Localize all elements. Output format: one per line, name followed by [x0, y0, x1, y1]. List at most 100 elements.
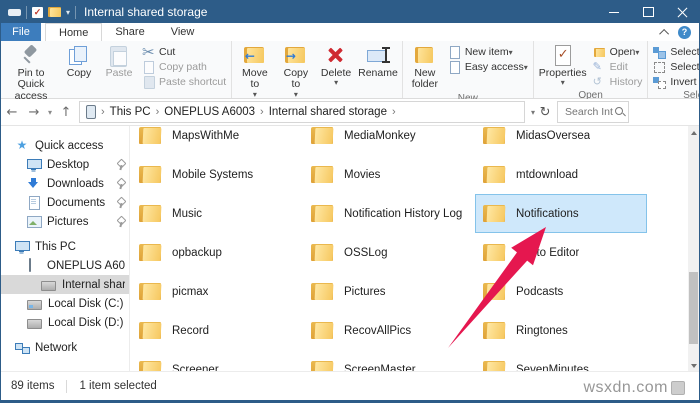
edit-button[interactable]: ✎ Edit: [593, 60, 643, 74]
folder-icon: [311, 205, 333, 222]
file-item[interactable]: Record: [131, 311, 303, 350]
sidebar-item-device[interactable]: ONEPLUS A6003: [1, 256, 129, 275]
search-input[interactable]: [563, 105, 616, 119]
file-item[interactable]: MapsWithMe: [131, 126, 303, 155]
easy-access-button[interactable]: Easy access: [448, 60, 528, 74]
properties-button[interactable]: Properties: [536, 42, 590, 90]
history-button[interactable]: ↺ History: [593, 75, 643, 89]
sidebar-item-quick-access[interactable]: Quick access: [1, 136, 129, 155]
back-button[interactable]: ←: [1, 105, 23, 120]
folder-icon: [139, 205, 161, 222]
tab-file[interactable]: File: [1, 23, 41, 41]
chevron-right-icon: [155, 106, 161, 118]
sidebar-label: This PC: [35, 240, 76, 253]
watermark: wsxdn.com: [583, 379, 685, 397]
sidebar-item-documents[interactable]: Documents: [1, 193, 129, 212]
file-item[interactable]: SevenMinutes: [475, 350, 647, 372]
open-button[interactable]: Open: [593, 45, 643, 59]
pictures-icon: [27, 215, 42, 228]
file-item[interactable]: Music: [131, 194, 303, 233]
rename-button[interactable]: Rename: [356, 42, 400, 81]
copy-icon: [66, 44, 92, 66]
file-item[interactable]: Notification History Log: [303, 194, 475, 233]
easy-access-icon: [448, 61, 461, 74]
file-item-selected[interactable]: Notifications: [475, 194, 647, 233]
tab-share[interactable]: Share: [102, 23, 157, 41]
breadcrumb-storage[interactable]: Internal shared storage: [269, 106, 387, 118]
file-item[interactable]: Screener: [131, 350, 303, 372]
copy-button[interactable]: Copy: [59, 42, 99, 81]
file-item[interactable]: Pictures: [303, 272, 475, 311]
move-to-button[interactable]: ← Move to: [234, 42, 276, 101]
file-label: Ringtones: [516, 324, 568, 337]
computer-icon: [15, 240, 30, 253]
file-label: Podcasts: [516, 285, 564, 298]
properties-check-icon[interactable]: [32, 6, 43, 18]
copy-to-button[interactable]: → Copy to: [276, 42, 316, 101]
select-none-button[interactable]: Select none: [653, 60, 699, 74]
file-item[interactable]: OSSLog: [303, 233, 475, 272]
minimize-ribbon-icon[interactable]: [659, 28, 670, 39]
file-item[interactable]: Photo Editor: [475, 233, 647, 272]
scrollbar-thumb[interactable]: [689, 272, 698, 344]
file-item[interactable]: Mobile Systems: [131, 155, 303, 194]
tab-home[interactable]: Home: [45, 23, 103, 41]
sidebar-item-desktop[interactable]: Desktop: [1, 155, 129, 174]
cut-button[interactable]: ✂ Cut: [142, 45, 226, 60]
up-button[interactable]: ↑: [55, 105, 77, 120]
invert-selection-button[interactable]: Invert selection: [653, 75, 699, 89]
file-label: Photo Editor: [516, 246, 580, 259]
sidebar-item-downloads[interactable]: Downloads: [1, 174, 129, 193]
qat-dropdown-icon[interactable]: ▾: [66, 8, 70, 17]
help-icon[interactable]: [678, 25, 691, 39]
folder-icon: [139, 244, 161, 261]
vertical-scrollbar[interactable]: [688, 126, 699, 372]
breadcrumb-this-pc[interactable]: This PC: [110, 106, 151, 118]
sidebar-item-network[interactable]: Network: [1, 338, 129, 357]
sidebar-item-local-disk-d[interactable]: Local Disk (D:): [1, 313, 129, 332]
file-item[interactable]: MidasOversea: [475, 126, 647, 155]
title-bar: ▾ Internal shared storage: [1, 1, 699, 23]
scroll-up-button[interactable]: [688, 126, 699, 139]
breadcrumb-device[interactable]: ONEPLUS A6003: [164, 106, 255, 118]
ribbon-group-organize: ← Move to → Copy to Delete Rename Organi…: [232, 41, 403, 112]
select-none-icon: [653, 61, 666, 73]
copy-path-button[interactable]: Copy path: [142, 60, 226, 74]
sidebar-item-pictures[interactable]: Pictures: [1, 212, 129, 231]
file-label: picmax: [172, 285, 209, 298]
tab-view[interactable]: View: [158, 23, 208, 41]
chevron-right-icon: [259, 106, 265, 118]
file-item[interactable]: Ringtones: [475, 311, 647, 350]
file-item[interactable]: mtdownload: [475, 155, 647, 194]
sidebar-item-internal-storage[interactable]: Internal shared storage: [1, 275, 129, 294]
pin-to-quick-access-button[interactable]: Pin to Quick access: [3, 42, 59, 104]
button-label: Copy to: [283, 67, 309, 91]
paste-shortcut-button[interactable]: Paste shortcut: [142, 75, 226, 89]
button-label: New folder: [411, 67, 438, 91]
file-item[interactable]: RecovAllPics: [303, 311, 475, 350]
sidebar-item-this-pc[interactable]: This PC: [1, 237, 129, 256]
new-item-button[interactable]: New item: [448, 45, 528, 59]
sidebar-item-local-disk-c[interactable]: Local Disk (C:): [1, 294, 129, 313]
new-folder-button[interactable]: New folder: [405, 42, 445, 93]
search-box[interactable]: [557, 101, 630, 123]
file-item[interactable]: Movies: [303, 155, 475, 194]
sidebar-label: Pictures: [47, 215, 89, 228]
file-item[interactable]: MediaMonkey: [303, 126, 475, 155]
forward-button[interactable]: →: [23, 105, 45, 120]
file-item[interactable]: ScreenMaster: [303, 350, 475, 372]
file-item[interactable]: Podcasts: [475, 272, 647, 311]
breadcrumb[interactable]: This PC ONEPLUS A6003 Internal shared st…: [79, 101, 525, 123]
refresh-icon[interactable]: ↻: [535, 105, 555, 120]
minimize-button[interactable]: [597, 1, 631, 23]
delete-button[interactable]: Delete: [316, 42, 356, 90]
select-all-button[interactable]: Select all: [653, 45, 699, 59]
maximize-button[interactable]: [631, 1, 665, 23]
file-item[interactable]: opbackup: [131, 233, 303, 272]
paste-button[interactable]: Paste: [99, 42, 139, 81]
copy-to-icon: →: [283, 44, 309, 66]
recent-locations-icon[interactable]: ▾: [45, 108, 55, 117]
folder-icon[interactable]: [48, 7, 61, 17]
close-button[interactable]: [665, 1, 699, 23]
file-item[interactable]: picmax: [131, 272, 303, 311]
